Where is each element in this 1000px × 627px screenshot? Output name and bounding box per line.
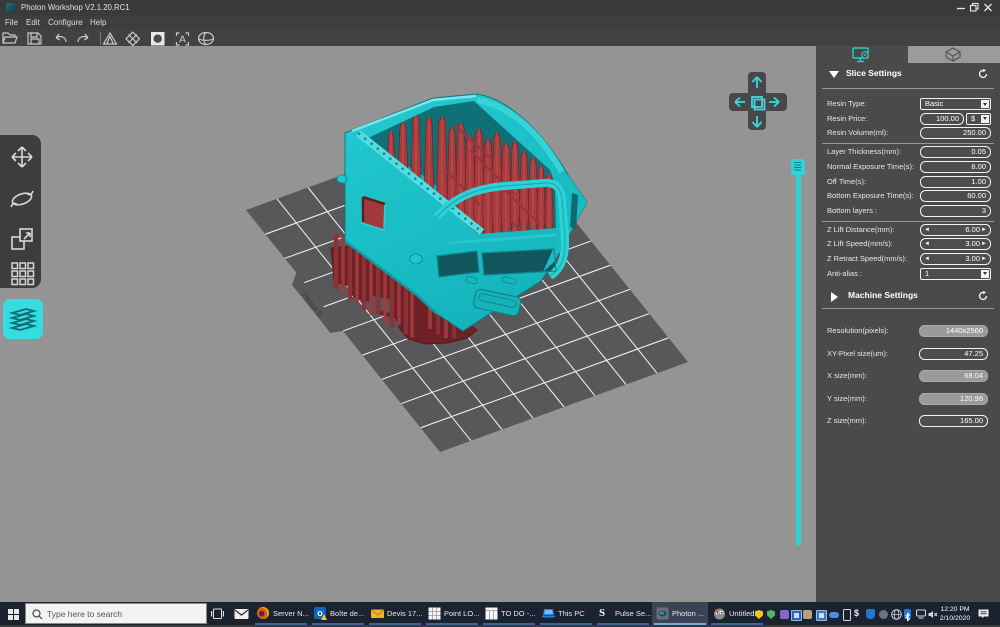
svg-text:A: A: [179, 34, 186, 46]
